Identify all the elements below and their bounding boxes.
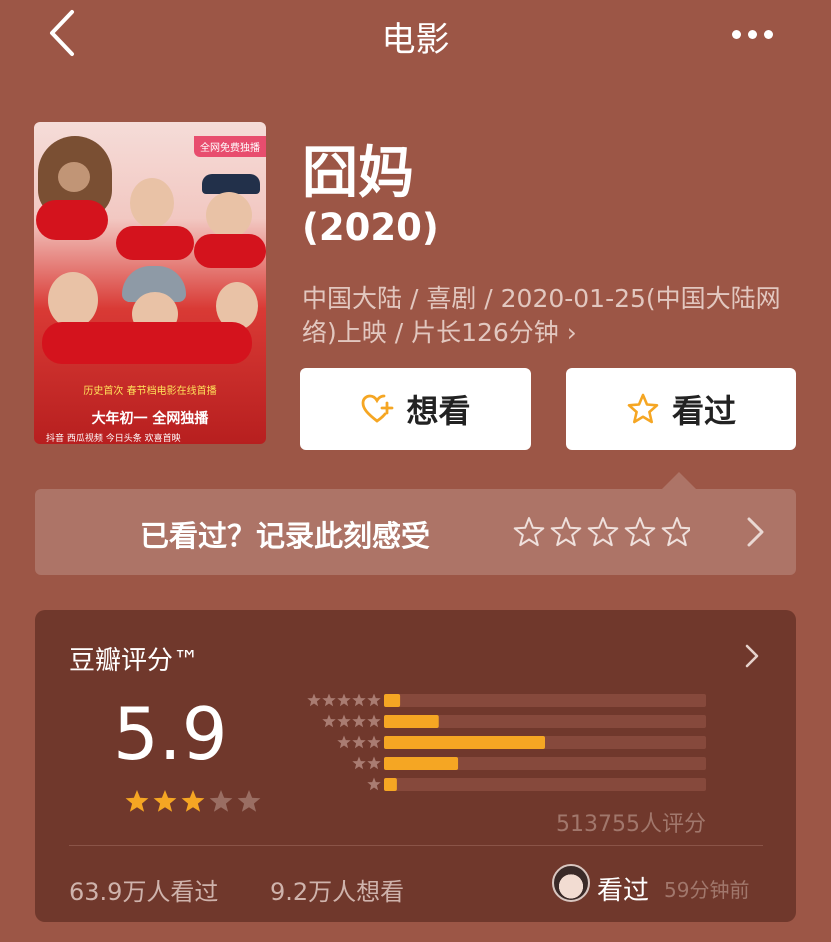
dist-bar [384, 694, 401, 707]
want-label: 想看 [406, 392, 471, 430]
heart-plus-icon [362, 394, 394, 423]
score-star [181, 790, 205, 812]
poster-logos: 抖音 西瓜视频 今日头条 欢喜首映 [46, 434, 181, 444]
dist-star [367, 694, 381, 707]
page-title: 电影 [381, 20, 450, 60]
rate-star[interactable] [550, 517, 582, 547]
want-to-watch-button[interactable]: 想看 [300, 368, 531, 450]
dist-bar [384, 715, 439, 728]
dist-bar [384, 736, 545, 749]
dist-star [337, 714, 351, 728]
rating-count: 513755人评分 [556, 812, 706, 837]
poster-face [48, 272, 98, 328]
dist-star [367, 777, 381, 791]
seen-label: 看过 [671, 392, 736, 430]
score-star [237, 790, 261, 812]
dist-star [352, 756, 366, 770]
dist-star [322, 694, 336, 707]
more-dots-icon[interactable] [732, 24, 784, 40]
score-star [209, 790, 233, 812]
tooltip-pointer [662, 472, 696, 489]
poster-scarf [42, 322, 252, 364]
dist-star [367, 714, 381, 728]
poster-tagline: 历史首次 春节档电影在线首播 [83, 386, 217, 397]
dist-star [352, 735, 366, 749]
star-outline-icon [627, 393, 659, 424]
dist-star [352, 694, 366, 707]
dist-track [384, 778, 706, 791]
dist-star [307, 694, 321, 707]
rate-star[interactable] [513, 517, 545, 547]
divider [69, 845, 763, 846]
record-prompt: 已看过？记录此刻感受 [140, 519, 431, 553]
user-status: 看过 [597, 876, 650, 906]
want-count[interactable]: 9.2万人想看 [270, 872, 404, 907]
poster-badge: 全网免费独播 [194, 136, 266, 157]
poster-scarf [116, 226, 194, 260]
movie-poster[interactable]: 全网免费独播 历史首次 春节档电影在线首播 大年初一 全网独播 抖音 西瓜视频 … [34, 122, 266, 444]
avatar[interactable] [552, 864, 590, 902]
rate-star[interactable] [624, 517, 656, 547]
movie-title: 囧妈 [302, 141, 414, 206]
rate-star[interactable] [661, 517, 690, 547]
dist-star [337, 735, 351, 749]
poster-scarf [36, 200, 108, 240]
poster-face [130, 178, 174, 228]
watched-button[interactable]: 看过 [566, 368, 796, 450]
score-stars [125, 790, 261, 812]
dist-track [384, 694, 706, 707]
rating-card[interactable]: 豆瓣评分™ 5.9 513755人评分 63.9万人看过 9.2万人想看 看过 … [35, 610, 796, 922]
rating-distribution [307, 694, 706, 791]
dist-star [322, 714, 336, 728]
rate-stars[interactable] [510, 513, 690, 551]
rate-star[interactable] [587, 517, 619, 547]
poster-slogan: 大年初一 全网独播 [91, 411, 209, 427]
score-star [125, 790, 149, 812]
dist-star [367, 735, 381, 749]
dist-star [352, 714, 366, 728]
user-time: 59分钟前 [664, 878, 750, 902]
dist-star [367, 756, 381, 770]
dist-bar [384, 778, 397, 791]
douban-rating-label: 豆瓣评分™ [69, 646, 200, 676]
dist-star [337, 694, 351, 707]
record-feeling-bar[interactable]: 已看过？记录此刻感受 [35, 489, 796, 575]
chevron-right-icon[interactable] [743, 642, 761, 670]
score-star [153, 790, 177, 812]
rating-score: 5.9 [113, 692, 228, 776]
chevron-right-icon[interactable] [743, 515, 767, 549]
movie-meta[interactable]: 中国大陆 / 喜剧 / 2020-01-25(中国大陆网络)上映 / 片长126… [302, 282, 782, 350]
poster-bear-face [58, 162, 90, 192]
poster-face [206, 192, 252, 238]
dist-bar [384, 757, 459, 770]
seen-count[interactable]: 63.9万人看过 [69, 872, 218, 907]
poster-scarf [194, 234, 266, 268]
poster-cap [202, 174, 260, 194]
movie-year: (2020) [302, 206, 439, 249]
